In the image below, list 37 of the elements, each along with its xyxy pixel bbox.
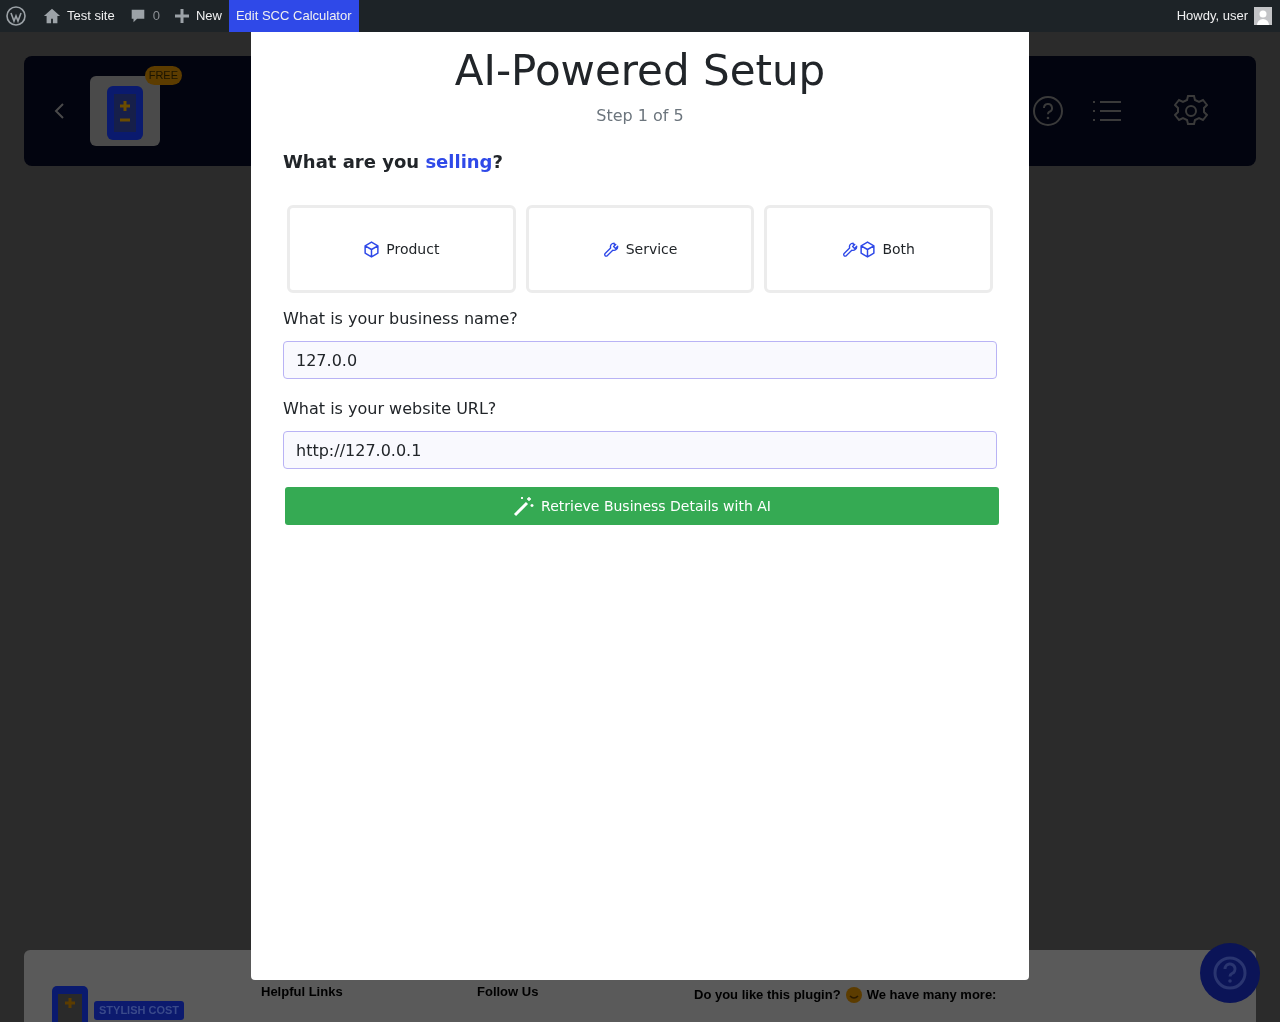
smiley-icon — [844, 985, 863, 1004]
free-badge: FREE — [144, 66, 182, 85]
box-icon — [363, 240, 381, 258]
question-text: What are you selling? — [283, 150, 504, 175]
magic-wand-icon — [513, 495, 536, 518]
avatar-icon — [1254, 7, 1272, 25]
option-card[interactable]: Both — [764, 205, 993, 294]
list-icon — [1092, 99, 1122, 123]
account-menu[interactable]: Howdy, user — [1169, 0, 1280, 32]
plugin-prompt: Do you like this plugin? — [694, 986, 841, 1004]
box-icon — [859, 240, 877, 258]
section-heading: Follow Us — [477, 983, 539, 1001]
modal-title: AI-Powered Setup — [453, 46, 827, 97]
option-card[interactable]: Service — [525, 205, 755, 294]
input-field[interactable]: http://127.0.0.1 — [283, 431, 997, 470]
option-card[interactable]: Product — [287, 205, 516, 294]
comments-link[interactable]: 0 — [121, 0, 167, 32]
wordpress-icon — [6, 6, 26, 26]
plugin-prompt: We have many more: — [866, 986, 997, 1004]
settings-icon — [1174, 94, 1208, 128]
section-heading: Helpful Links — [261, 983, 343, 1001]
site-menu-link[interactable]: Test site — [36, 0, 122, 32]
help-button[interactable] — [1200, 943, 1260, 1003]
help-icon — [1032, 95, 1064, 127]
logo-icon — [52, 986, 88, 1022]
plus-icon — [173, 8, 190, 24]
input-field[interactable]: 127.0.0 — [283, 341, 997, 380]
back-icon — [52, 101, 66, 121]
wrench-icon — [602, 240, 620, 258]
wrench-icon — [842, 240, 860, 258]
new-link[interactable]: New — [166, 0, 229, 32]
home-icon — [43, 7, 61, 25]
edit-calculator-link[interactable]: Edit SCC Calculator — [228, 0, 359, 32]
field-label: What is your business name? — [283, 308, 519, 331]
question-icon — [1212, 955, 1248, 991]
step-indicator: Step 1 of 5 — [595, 105, 685, 128]
field-label: What is your website URL? — [283, 398, 498, 421]
